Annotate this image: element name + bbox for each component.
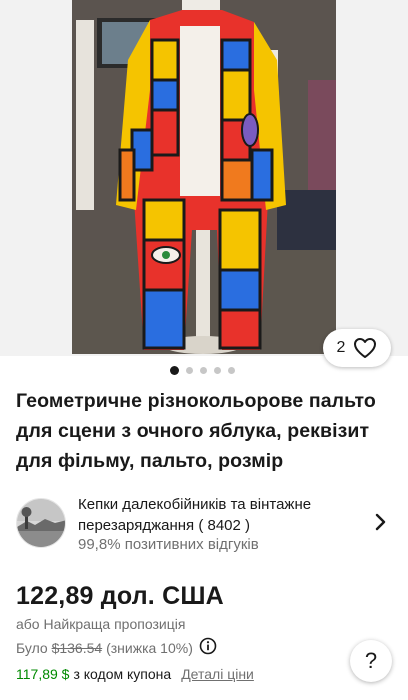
price-details-link[interactable]: Деталі ціни — [181, 666, 254, 682]
watch-button[interactable]: 2 — [323, 329, 391, 367]
gallery-dot[interactable] — [186, 367, 193, 374]
discount-label: (знижка 10%) — [106, 639, 193, 656]
seller-feedback: 99,8% позитивних відгуків — [78, 536, 259, 553]
image-gallery[interactable] — [0, 0, 408, 356]
seller-name[interactable]: Кепки далекобійників та вінтажне перезар… — [78, 494, 368, 536]
gallery-pagination — [170, 366, 235, 375]
feedback-label: позитивних відгуків — [124, 536, 259, 553]
price: 122,89 дол. США — [16, 582, 224, 610]
coupon-line: 117,89 $ з кодом купона Деталі ціни — [16, 666, 254, 682]
feedback-percent: 99,8% — [78, 536, 121, 553]
product-photo[interactable] — [72, 0, 336, 354]
gallery-dot[interactable] — [200, 367, 207, 374]
gallery-dot[interactable] — [228, 367, 235, 374]
best-offer-note: або Найкраща пропозиція — [16, 616, 186, 632]
help-button[interactable]: ? — [350, 640, 392, 682]
listing-title: Геометричне різнокольорове пальто для сц… — [16, 390, 376, 472]
coupon-text: з кодом купона — [73, 666, 172, 682]
gallery-dot[interactable] — [214, 367, 221, 374]
seller-name-text: Кепки далекобійників та вінтажне перезар… — [78, 496, 312, 534]
seller-score: ( 8402 ) — [198, 517, 251, 534]
was-price: $136.54 — [51, 639, 103, 656]
watch-count: 2 — [336, 339, 346, 356]
heart-icon — [353, 337, 377, 359]
was-price-line: Було $136.54 (знижка 10%) — [16, 637, 217, 658]
chevron-right-icon[interactable] — [374, 512, 388, 537]
seller-card[interactable]: Кепки далекобійників та вінтажне перезар… — [16, 492, 408, 558]
gallery-dot[interactable] — [170, 366, 179, 375]
help-icon: ? — [364, 648, 378, 673]
seller-avatar — [16, 498, 66, 548]
was-label: Було — [16, 639, 48, 656]
info-icon[interactable] — [199, 637, 217, 658]
coupon-price: 117,89 $ — [16, 666, 70, 682]
